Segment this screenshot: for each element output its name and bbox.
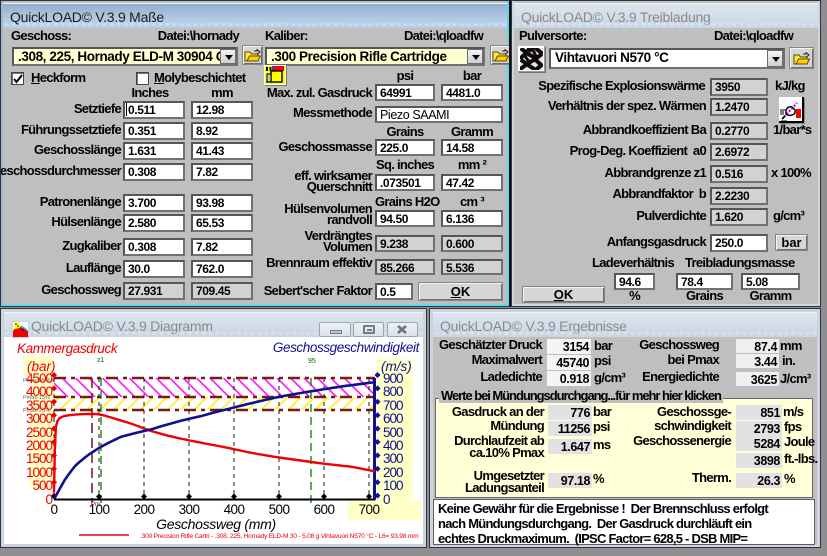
svg-text:800: 800 bbox=[383, 384, 403, 399]
svg-text:Geschossweg (mm): Geschossweg (mm) bbox=[156, 516, 276, 532]
svg-text:100: 100 bbox=[383, 478, 403, 493]
svg-text:Geschossgeschwindigkeit: Geschossgeschwindigkeit bbox=[273, 340, 421, 355]
svg-text:500: 500 bbox=[269, 502, 290, 517]
svg-text:600: 600 bbox=[314, 502, 335, 517]
svg-text:z1: z1 bbox=[97, 357, 105, 364]
svg-text:.300 Precision Rifle Cartri -: .300 Precision Rifle Cartri - .308, 225,… bbox=[140, 532, 419, 540]
svg-text:4000: 4000 bbox=[26, 384, 53, 399]
svg-text:Pm: Pm bbox=[91, 502, 100, 508]
svg-text:1500: 1500 bbox=[26, 451, 53, 466]
svg-text:600: 600 bbox=[383, 411, 403, 426]
svg-text:3000: 3000 bbox=[26, 411, 53, 426]
svg-text:Kammergasdruck: Kammergasdruck bbox=[17, 341, 119, 356]
svg-text:0: 0 bbox=[383, 492, 390, 507]
svg-text:200: 200 bbox=[134, 502, 155, 517]
svg-text:95: 95 bbox=[308, 358, 316, 365]
svg-text:500: 500 bbox=[32, 478, 52, 493]
svg-text:300: 300 bbox=[383, 451, 403, 466]
svg-text:700: 700 bbox=[359, 502, 380, 517]
svg-text:300: 300 bbox=[179, 502, 200, 517]
svg-text:0: 0 bbox=[51, 502, 58, 517]
svg-text:400: 400 bbox=[224, 502, 245, 517]
